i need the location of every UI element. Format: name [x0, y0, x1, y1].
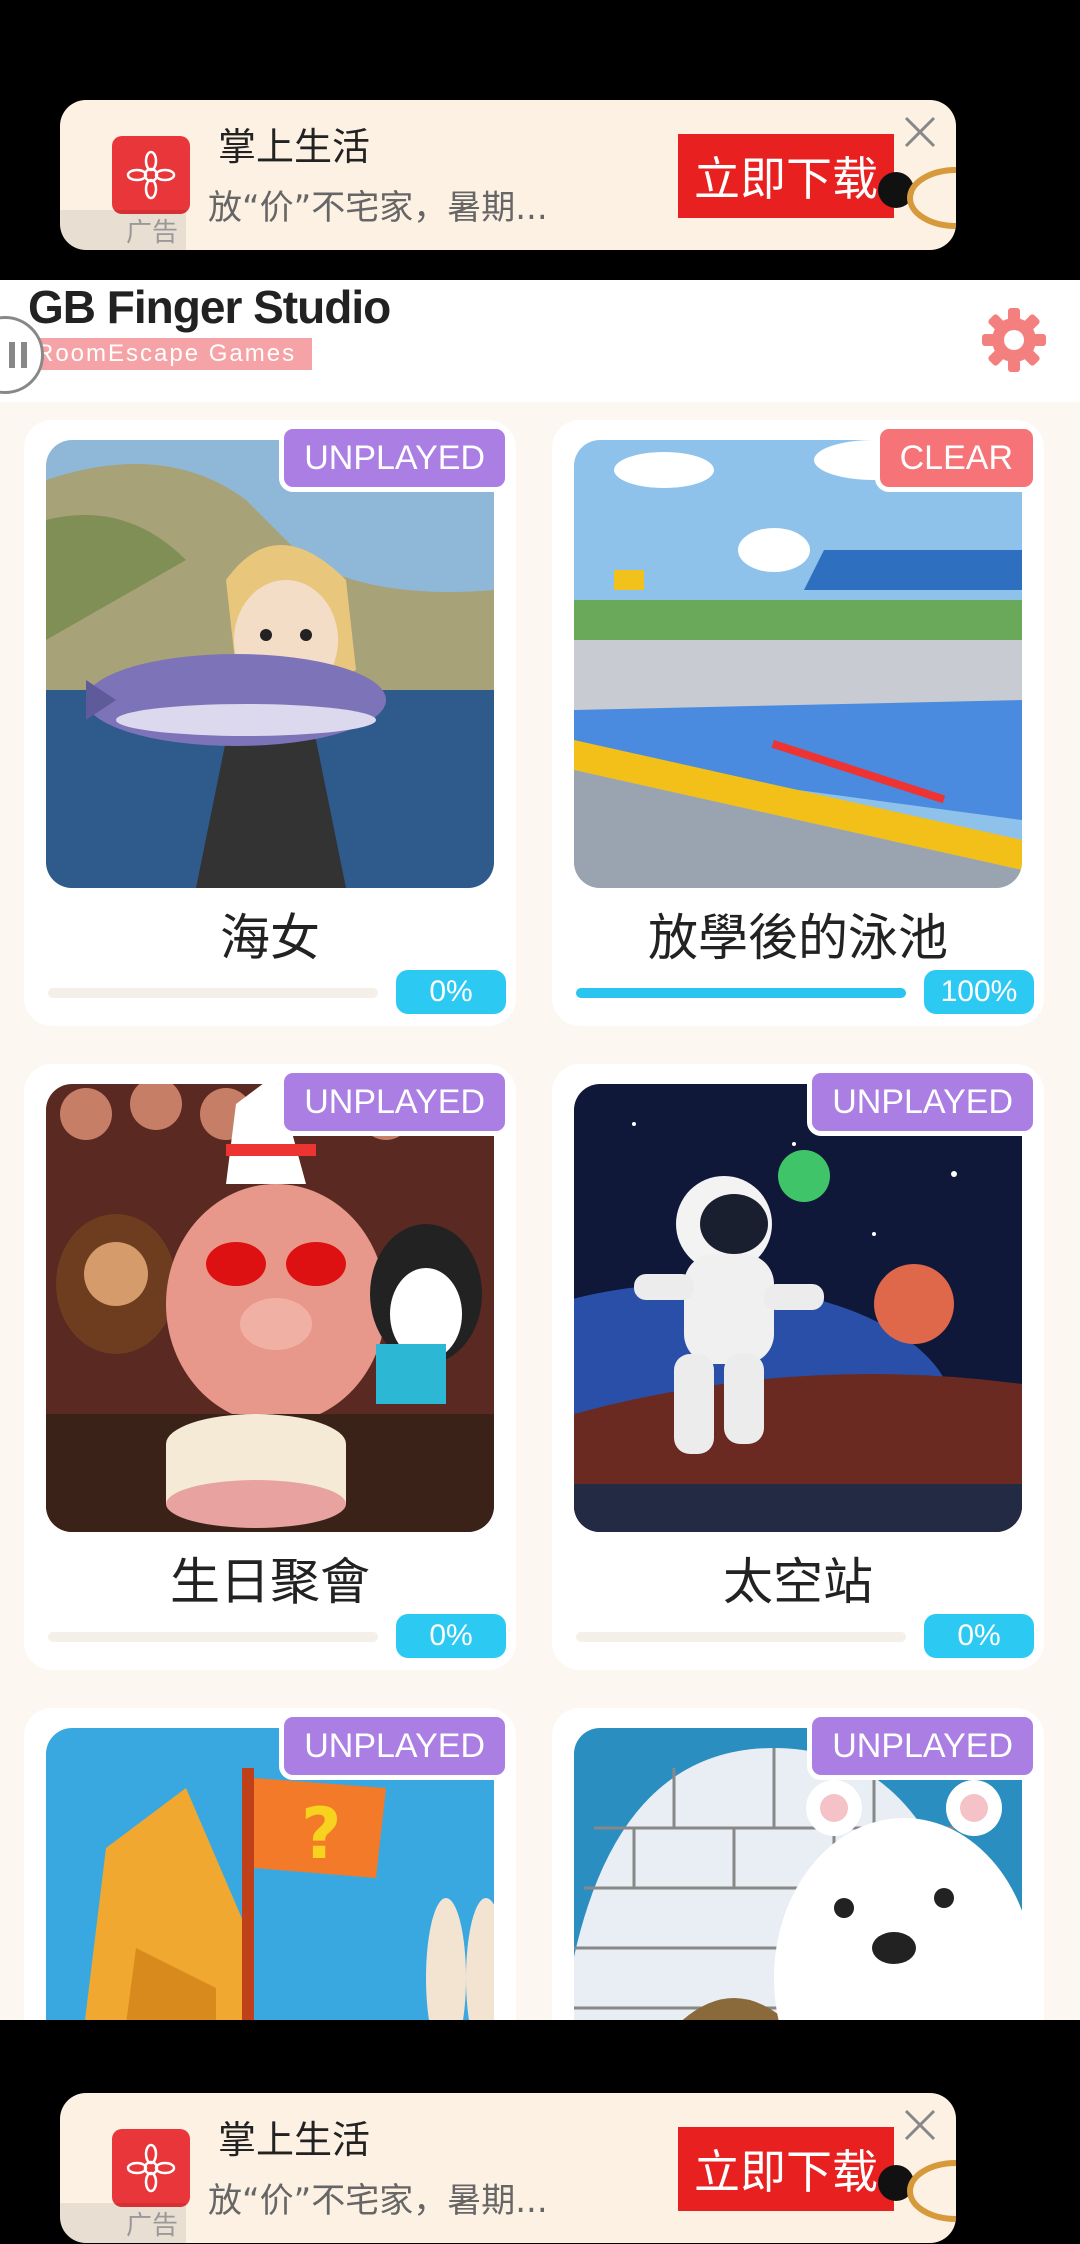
close-icon[interactable]	[902, 114, 938, 150]
studio-title: GB Finger Studio	[28, 281, 391, 333]
ad-subtitle: 放“价”不宅家，暑期...	[208, 2181, 548, 2221]
game-thumbnail	[46, 440, 494, 888]
game-title: 生日聚會	[170, 1553, 370, 1611]
app-logo-icon	[112, 2129, 190, 2207]
ad-tag: 广告	[60, 2203, 186, 2243]
status-badge: UNPLAYED	[807, 1712, 1038, 1780]
app-content: GB Finger Studio RoomEscape Games UNPLAY…	[0, 280, 1080, 2020]
game-card-space-station[interactable]: UNPLAYED 太空站 0%	[552, 1064, 1044, 1670]
app-logo-icon	[112, 136, 190, 214]
status-badge: UNPLAYED	[279, 424, 510, 492]
studio-subtitle: RoomEscape Games	[28, 338, 312, 370]
ad-download-button[interactable]: 立即下载	[678, 2127, 894, 2211]
svg-text:?: ?	[301, 1793, 342, 1875]
game-card-island[interactable]: ? UNPLAYED	[24, 1708, 516, 2020]
status-badge: UNPLAYED	[279, 1712, 510, 1780]
game-card-birthday[interactable]: UNPLAYED 生日聚會 0%	[24, 1064, 516, 1670]
game-title: 太空站	[723, 1553, 873, 1611]
progress-bar	[576, 988, 906, 998]
progress-bar	[576, 1632, 906, 1642]
game-thumbnail	[46, 1084, 494, 1532]
game-card-pool[interactable]: CLEAR 放學後的泳池 100%	[552, 420, 1044, 1026]
ad-banner-bottom[interactable]: 掌上生活 放“价”不宅家，暑期... 立即下载 广告	[60, 2093, 956, 2243]
progress-bar	[48, 988, 378, 998]
tap-hint-icon	[878, 2160, 956, 2222]
progress-percent: 0%	[396, 1614, 506, 1658]
gear-icon[interactable]	[978, 304, 1050, 376]
progress-percent: 100%	[924, 970, 1034, 1014]
close-icon[interactable]	[902, 2107, 938, 2143]
tap-hint-icon	[878, 167, 956, 229]
ad-title: 掌上生活	[218, 2118, 371, 2162]
pause-icon	[9, 342, 27, 368]
ad-download-button[interactable]: 立即下载	[678, 134, 894, 218]
game-title: 海女	[220, 909, 320, 967]
ad-subtitle: 放“价”不宅家，暑期...	[208, 188, 548, 228]
progress-percent: 0%	[924, 1614, 1034, 1658]
progress-percent: 0%	[396, 970, 506, 1014]
status-badge: CLEAR	[874, 424, 1038, 492]
game-thumbnail	[574, 440, 1022, 888]
ad-banner-top[interactable]: 掌上生活 放“价”不宅家，暑期... 立即下载 广告	[60, 100, 956, 250]
game-card-igloo[interactable]: UNPLAYED	[552, 1708, 1044, 2020]
status-badge: UNPLAYED	[279, 1068, 510, 1136]
status-badge: UNPLAYED	[807, 1068, 1038, 1136]
progress-bar	[48, 1632, 378, 1642]
game-card-ama[interactable]: UNPLAYED 海女 0%	[24, 420, 516, 1026]
ad-title: 掌上生活	[218, 125, 371, 169]
ad-tag: 广告	[60, 210, 186, 250]
header: GB Finger Studio RoomEscape Games	[0, 280, 1080, 402]
game-thumbnail	[574, 1084, 1022, 1532]
game-title: 放學後的泳池	[648, 909, 948, 967]
